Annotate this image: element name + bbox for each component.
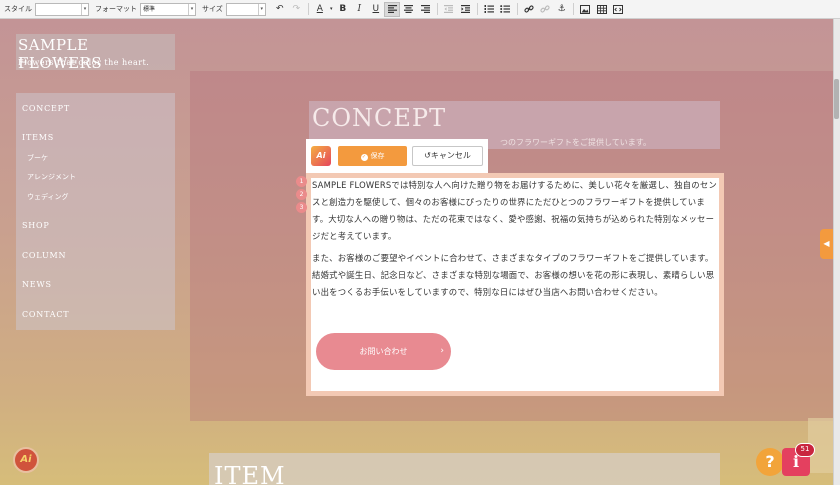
- table-icon[interactable]: [594, 2, 610, 17]
- cancel-button-label: キャンセル: [430, 151, 471, 160]
- bold-icon[interactable]: B: [335, 2, 351, 17]
- align-left-icon[interactable]: [384, 1, 401, 17]
- format-label: フォーマット: [95, 5, 137, 13]
- concept-title: CONCEPT: [312, 104, 447, 132]
- toolbar-divider: [436, 3, 438, 15]
- cancel-button[interactable]: ↺キャンセル: [412, 146, 483, 166]
- toolbar-divider: [573, 3, 575, 15]
- line-number-badge: 3: [296, 202, 307, 213]
- nav-item-column[interactable]: COLUMN: [22, 251, 66, 260]
- format-select[interactable]: 標準 ▾: [140, 2, 196, 16]
- editor-toolbar: スタイル ▾ フォーマット 標準 ▾ サイズ ▾ ↶ ↷ A ▾ B I U ⚓: [0, 0, 840, 19]
- site-logo-subtitle: Flowers that color the heart.: [18, 58, 150, 67]
- scroll-thumb[interactable]: [834, 79, 839, 119]
- link-icon[interactable]: [521, 2, 537, 17]
- page-scrollbar[interactable]: [833, 19, 840, 485]
- style-select[interactable]: ▾: [35, 2, 89, 16]
- check-circle-icon: ✓: [360, 154, 368, 161]
- contact-button-label: お問い合わせ: [359, 347, 408, 356]
- chevron-down-icon: ▾: [81, 3, 88, 15]
- site-nav: CONCEPT ITEMS ブーケ アレンジメント ウェディング SHOP CO…: [16, 93, 175, 330]
- save-button[interactable]: ✓ 保存: [338, 146, 407, 166]
- item-section: [209, 453, 720, 485]
- ai-logo-icon[interactable]: Ai: [311, 146, 331, 166]
- chevron-left-icon: ◀: [823, 239, 830, 248]
- underline-icon[interactable]: U: [368, 2, 384, 17]
- nav-sub-item-bouquet[interactable]: ブーケ: [27, 153, 48, 163]
- outdent-icon[interactable]: [441, 2, 457, 17]
- toolbar-divider: [476, 3, 478, 15]
- save-button-label: 保存: [370, 152, 385, 160]
- chevron-right-icon: ›: [440, 346, 444, 356]
- nav-sub-item-wedding[interactable]: ウェディング: [27, 192, 69, 202]
- format-select-value: 標準: [143, 5, 156, 13]
- style-label: スタイル: [4, 5, 32, 13]
- notification-badge: 51: [795, 443, 815, 457]
- align-right-icon[interactable]: [417, 2, 433, 17]
- undo-icon[interactable]: ↶: [272, 2, 288, 17]
- align-center-icon[interactable]: [401, 2, 417, 17]
- editor-action-bar: Ai ✓ 保存 ↺キャンセル: [306, 139, 488, 173]
- indent-icon[interactable]: [457, 2, 473, 17]
- italic-icon[interactable]: I: [351, 2, 367, 17]
- help-button[interactable]: ?: [756, 448, 784, 476]
- size-select[interactable]: ▾: [225, 2, 266, 16]
- help-icon: ?: [765, 452, 775, 471]
- image-icon[interactable]: [577, 2, 593, 17]
- concept-paragraph-1[interactable]: SAMPLE FLOWERSでは特別な人へ向けた贈り物をお届けするために、美しい…: [312, 177, 718, 245]
- line-number-badge: 2: [296, 189, 307, 200]
- bullet-list-icon[interactable]: [497, 2, 513, 17]
- nav-item-shop[interactable]: SHOP: [22, 221, 50, 230]
- concept-subtitle: つのフラワーギフトをご提供しています。: [500, 138, 651, 147]
- anchor-icon[interactable]: ⚓: [554, 2, 570, 17]
- nav-sub-item-arrangement[interactable]: アレンジメント: [27, 172, 76, 182]
- undo-arrow-icon: ↺: [424, 151, 431, 160]
- contact-button[interactable]: お問い合わせ ›: [316, 333, 451, 370]
- size-label: サイズ: [202, 5, 223, 13]
- site-logo[interactable]: SAMPLE FLOWERS Flowers that color the he…: [16, 34, 175, 72]
- nav-item-items[interactable]: ITEMS: [22, 133, 54, 142]
- chevron-down-icon[interactable]: ▾: [328, 2, 334, 17]
- unlink-icon[interactable]: [537, 2, 553, 17]
- nav-item-contact[interactable]: CONTACT: [22, 310, 69, 319]
- item-title: ITEM: [214, 462, 286, 485]
- numbered-list-icon[interactable]: [481, 2, 497, 17]
- redo-icon[interactable]: ↷: [288, 2, 304, 17]
- toolbar-divider: [307, 3, 309, 15]
- toolbar-divider: [516, 3, 518, 15]
- ai-assistant-button[interactable]: Ai: [13, 447, 39, 473]
- nav-item-news[interactable]: NEWS: [22, 280, 52, 289]
- chevron-down-icon: ▾: [188, 3, 195, 15]
- source-code-icon[interactable]: [610, 2, 626, 17]
- text-color-icon[interactable]: A: [312, 2, 328, 17]
- line-number-badge: 1: [296, 176, 307, 187]
- chevron-down-icon: ▾: [257, 3, 265, 15]
- ai-logo-icon: Ai: [20, 454, 32, 465]
- side-panel-toggle[interactable]: ◀: [820, 229, 833, 259]
- nav-item-concept[interactable]: CONCEPT: [22, 104, 70, 113]
- concept-paragraph-2[interactable]: また、お客様のご要望やイベントに合わせて、さまざまなタイプのフラワーギフトをご提…: [312, 250, 718, 301]
